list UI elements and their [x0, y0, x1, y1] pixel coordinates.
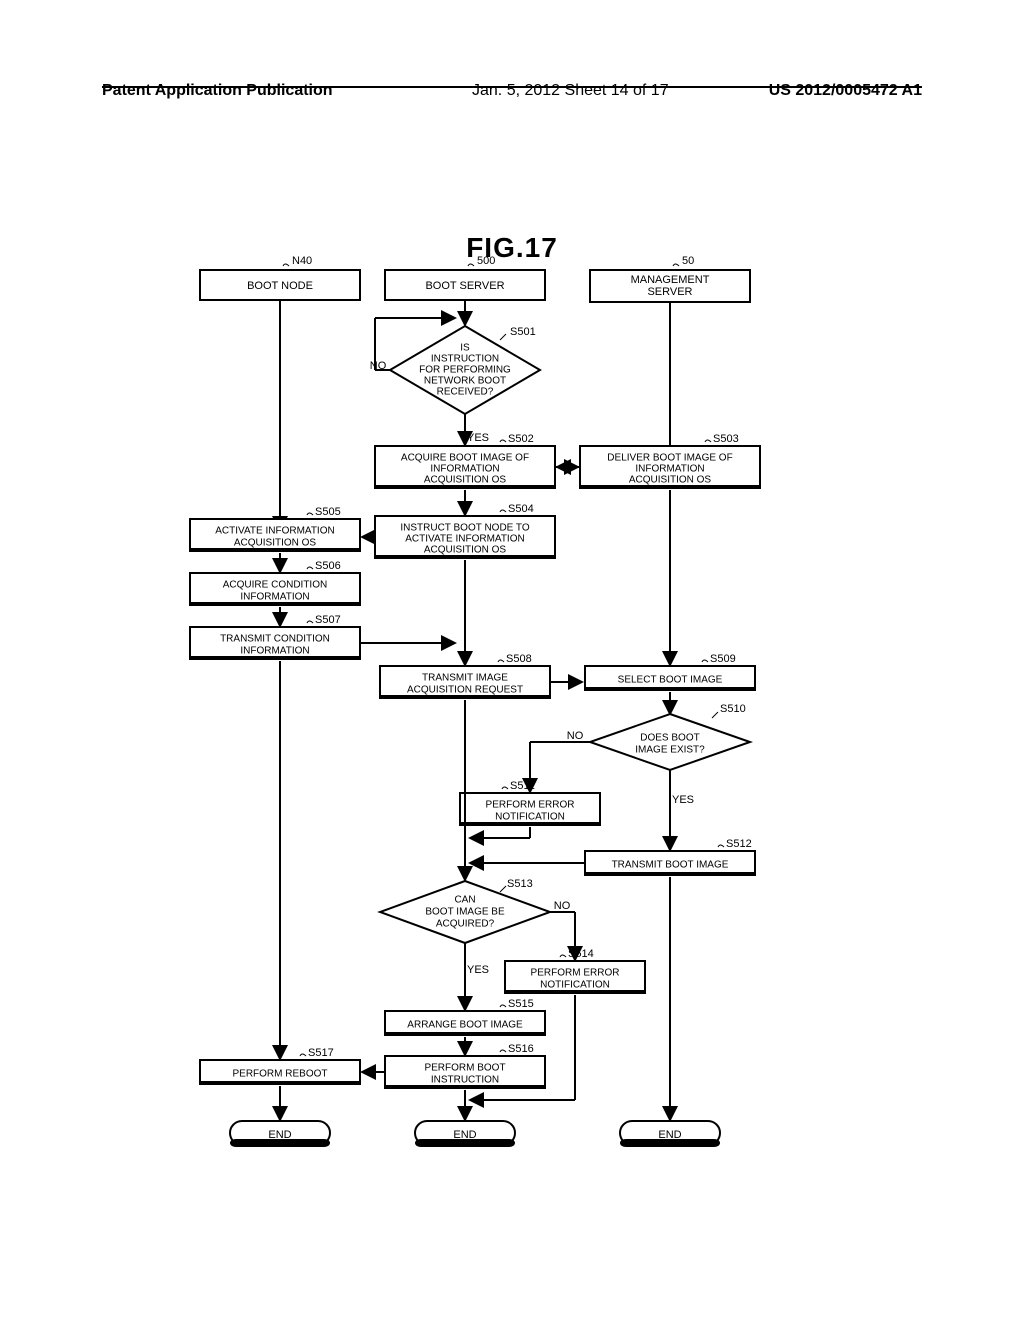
svg-text:ACQUIRE CONDITION: ACQUIRE CONDITION [223, 580, 327, 591]
svg-text:S516: S516 [508, 1043, 534, 1055]
step-s507: TRANSMIT CONDITION INFORMATION S507 [190, 614, 360, 659]
svg-text:TRANSMIT CONDITION: TRANSMIT CONDITION [220, 634, 330, 645]
svg-text:CAN: CAN [454, 895, 475, 906]
svg-text:NOTIFICATION: NOTIFICATION [540, 980, 610, 991]
svg-text:ACQUIRED?: ACQUIRED? [436, 919, 495, 930]
svg-text:YES: YES [672, 794, 694, 806]
mgmt-l2: SERVER [647, 286, 692, 298]
svg-text:NO: NO [554, 900, 571, 912]
svg-text:NO: NO [370, 360, 387, 372]
svg-text:ACQUISITION OS: ACQUISITION OS [424, 545, 507, 556]
svg-text:DELIVER BOOT IMAGE OF: DELIVER BOOT IMAGE OF [607, 453, 732, 464]
svg-text:RECEIVED?: RECEIVED? [437, 387, 494, 398]
step-s514: PERFORM ERROR NOTIFICATION S514 [505, 948, 645, 993]
svg-text:S501: S501 [510, 326, 536, 338]
svg-text:ACQUISITION OS: ACQUISITION OS [424, 475, 507, 486]
svg-text:ACTIVATE INFORMATION: ACTIVATE INFORMATION [405, 534, 524, 545]
svg-text:TRANSMIT BOOT IMAGE: TRANSMIT BOOT IMAGE [612, 860, 729, 871]
flowchart: BOOT NODE N40 BOOT SERVER 500 MANAGEMENT… [0, 0, 1024, 1320]
svg-text:S510: S510 [720, 703, 746, 715]
svg-text:N40: N40 [292, 255, 312, 267]
svg-text:S506: S506 [315, 560, 341, 572]
svg-text:INFORMATION: INFORMATION [635, 464, 704, 475]
svg-text:IS: IS [460, 343, 470, 354]
svg-text:S505: S505 [315, 506, 341, 518]
svg-text:ARRANGE BOOT IMAGE: ARRANGE BOOT IMAGE [407, 1020, 523, 1031]
step-s510-decision: DOES BOOT IMAGE EXIST? S510 [590, 703, 750, 770]
svg-text:S511: S511 [510, 780, 535, 792]
svg-text:BOOT IMAGE BE: BOOT IMAGE BE [425, 907, 505, 918]
svg-text:END: END [268, 1129, 291, 1141]
svg-text:END: END [453, 1129, 476, 1141]
svg-text:50: 50 [682, 255, 694, 267]
svg-text:YES: YES [467, 432, 489, 444]
svg-text:ACQUISITION OS: ACQUISITION OS [629, 475, 712, 486]
svg-text:500: 500 [477, 255, 495, 267]
svg-text:INFORMATION: INFORMATION [240, 592, 309, 603]
svg-text:TRANSMIT IMAGE: TRANSMIT IMAGE [422, 673, 508, 684]
svg-text:YES: YES [467, 964, 489, 976]
svg-text:BOOT SERVER: BOOT SERVER [425, 280, 504, 292]
end-boot-node: END [230, 1121, 330, 1147]
svg-text:S509: S509 [710, 653, 736, 665]
svg-text:BOOT NODE: BOOT NODE [247, 280, 313, 292]
svg-text:INSTRUCTION: INSTRUCTION [431, 1075, 499, 1086]
svg-text:S513: S513 [507, 878, 533, 890]
svg-text:SELECT BOOT IMAGE: SELECT BOOT IMAGE [618, 675, 723, 686]
svg-text:INFORMATION: INFORMATION [430, 464, 499, 475]
svg-text:S503: S503 [713, 433, 739, 445]
svg-text:DOES BOOT: DOES BOOT [640, 733, 699, 744]
svg-text:NOTIFICATION: NOTIFICATION [495, 812, 565, 823]
step-s505: ACTIVATE INFORMATION ACQUISITION OS S505 [190, 506, 360, 551]
step-s511: PERFORM ERROR NOTIFICATION S511 [460, 780, 600, 825]
svg-text:S508: S508 [506, 653, 532, 665]
svg-text:PERFORM REBOOT: PERFORM REBOOT [232, 1069, 327, 1080]
svg-text:NETWORK BOOT: NETWORK BOOT [424, 376, 506, 387]
page: Patent Application Publication Jan. 5, 2… [0, 0, 1024, 1320]
svg-text:INFORMATION: INFORMATION [240, 646, 309, 657]
svg-text:ACTIVATE INFORMATION: ACTIVATE INFORMATION [215, 526, 334, 537]
lane-boot-node: BOOT NODE N40 [200, 255, 360, 300]
svg-text:S504: S504 [508, 503, 534, 515]
lane-boot-server: BOOT SERVER 500 [385, 255, 545, 300]
svg-text:NO: NO [567, 730, 584, 742]
end-mgmt-server: END [620, 1121, 720, 1147]
mgmt-l1: MANAGEMENT [631, 274, 710, 286]
step-s513-decision: CAN BOOT IMAGE BE ACQUIRED? S513 [380, 878, 550, 943]
svg-text:PERFORM BOOT: PERFORM BOOT [424, 1063, 505, 1074]
svg-text:IMAGE EXIST?: IMAGE EXIST? [635, 745, 705, 756]
lane-mgmt-server: MANAGEMENT SERVER 50 [590, 255, 750, 302]
svg-text:INSTRUCTION: INSTRUCTION [431, 354, 499, 365]
svg-text:INSTRUCT BOOT NODE TO: INSTRUCT BOOT NODE TO [400, 523, 529, 534]
svg-text:S514: S514 [568, 948, 594, 960]
svg-text:S507: S507 [315, 614, 341, 626]
step-s501-decision: IS INSTRUCTION FOR PERFORMING NETWORK BO… [390, 326, 540, 414]
svg-text:END: END [658, 1129, 681, 1141]
svg-text:ACQUIRE BOOT IMAGE OF: ACQUIRE BOOT IMAGE OF [401, 453, 529, 464]
svg-text:S517: S517 [308, 1047, 334, 1059]
svg-text:S515: S515 [508, 998, 534, 1010]
svg-text:S512: S512 [726, 838, 752, 850]
svg-text:PERFORM ERROR: PERFORM ERROR [486, 800, 575, 811]
svg-text:PERFORM ERROR: PERFORM ERROR [531, 968, 620, 979]
svg-text:S502: S502 [508, 433, 534, 445]
end-boot-server: END [415, 1121, 515, 1147]
svg-text:ACQUISITION OS: ACQUISITION OS [234, 538, 317, 549]
step-s506: ACQUIRE CONDITION INFORMATION S506 [190, 560, 360, 605]
svg-text:FOR PERFORMING: FOR PERFORMING [419, 365, 511, 376]
svg-text:ACQUISITION REQUEST: ACQUISITION REQUEST [407, 685, 523, 696]
